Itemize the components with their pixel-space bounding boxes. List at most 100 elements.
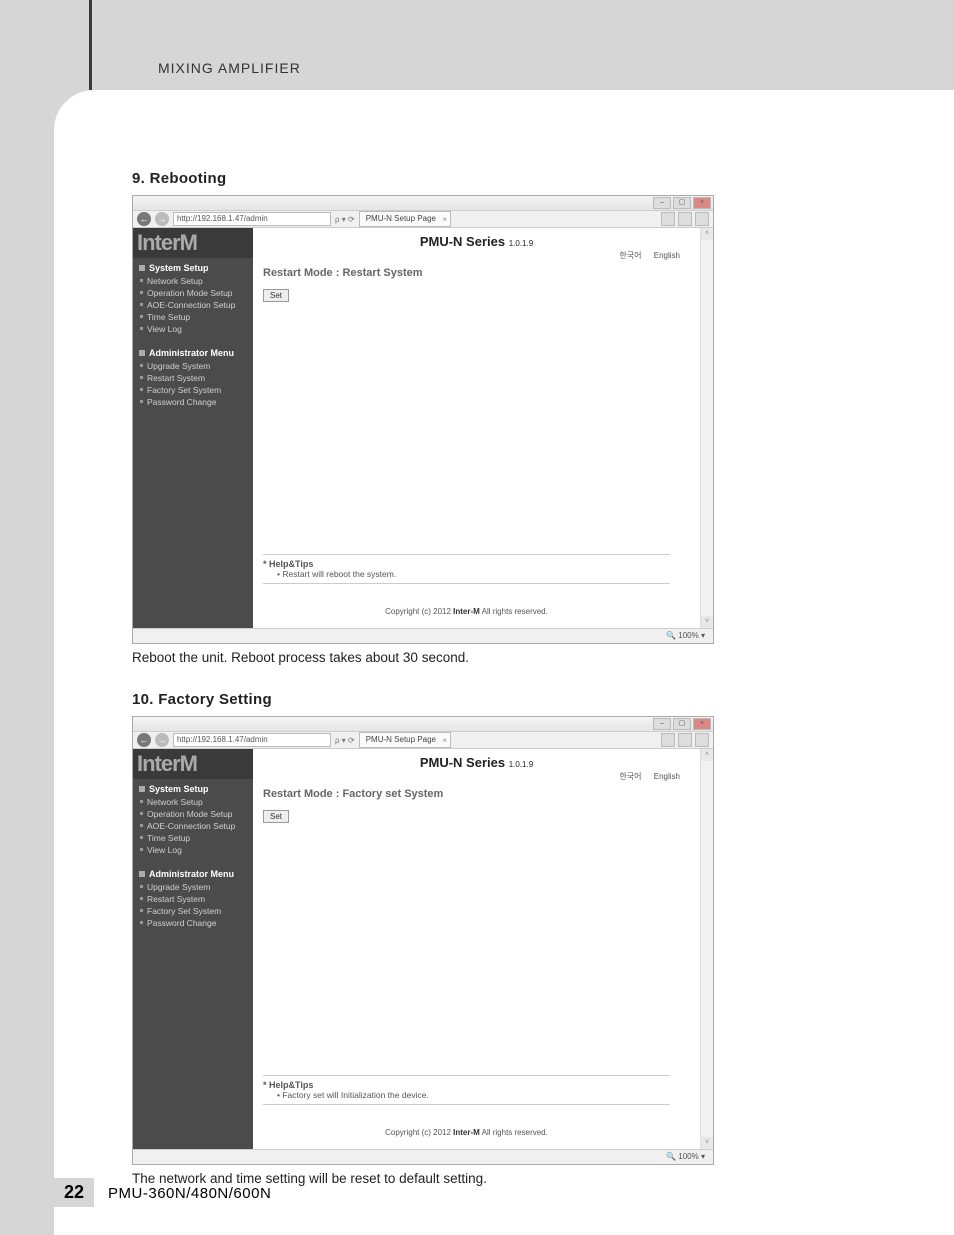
tools-icon[interactable] — [695, 212, 709, 226]
tab-title: PMU-N Setup Page — [366, 214, 436, 223]
sidebar-item-password[interactable]: Password Change — [133, 396, 253, 408]
sidebar-heading-admin[interactable]: Administrator Menu — [133, 864, 253, 881]
browser-window-factory: – ▢ × ← → http://192.168.1.47/admin ρ ▾ … — [132, 716, 714, 1165]
sidebar-item-password[interactable]: Password Change — [133, 917, 253, 929]
home-icon[interactable] — [661, 212, 675, 226]
browser-tab[interactable]: PMU-N Setup Page × — [359, 211, 451, 227]
copyright: Copyright (c) 2012 Inter-M All rights re… — [253, 607, 680, 616]
sidebar-item-operation[interactable]: Operation Mode Setup — [133, 808, 253, 820]
section-heading-factory: 10. Factory Setting — [132, 691, 914, 708]
sidebar-heading-system[interactable]: System Setup — [133, 258, 253, 275]
copyright-pre: Copyright (c) 2012 — [385, 1128, 453, 1137]
page-title: PMU-N Series 1.0.1.9 — [253, 749, 700, 771]
help-section: * Help&Tips Factory set will Initializat… — [263, 1071, 670, 1109]
scroll-down-icon[interactable]: ˅ — [701, 616, 713, 628]
sidebar-item-time[interactable]: Time Setup — [133, 311, 253, 323]
scroll-up-icon[interactable]: ˄ — [701, 749, 713, 761]
sidebar-item-network[interactable]: Network Setup — [133, 275, 253, 287]
lang-korean[interactable]: 한국어 — [619, 251, 641, 260]
zoom-level[interactable]: 100% — [678, 631, 698, 640]
copyright-brand: Inter-M — [453, 607, 480, 616]
browser-status-bar: 🔍 100% ▾ — [133, 1149, 713, 1164]
sidebar: InterM System Setup Network Setup Operat… — [133, 228, 253, 628]
help-item: Factory set will Initialization the devi… — [263, 1090, 670, 1100]
url-field[interactable]: http://192.168.1.47/admin — [173, 733, 331, 747]
help-item: Restart will reboot the system. — [263, 569, 670, 579]
page-number: 22 — [54, 1178, 94, 1207]
language-switch: 한국어 English — [253, 250, 700, 267]
window-maximize-button[interactable]: ▢ — [673, 718, 691, 730]
back-button[interactable]: ← — [137, 212, 151, 226]
vertical-scrollbar[interactable]: ˄ ˅ — [700, 749, 713, 1149]
restart-mode-heading: Restart Mode : Restart System — [253, 267, 700, 289]
document-page: MIXING AMPLIFIER 9. Rebooting – ▢ × ← → … — [54, 90, 954, 1235]
sidebar-item-upgrade[interactable]: Upgrade System — [133, 360, 253, 372]
sidebar-item-factory[interactable]: Factory Set System — [133, 905, 253, 917]
brand-logo: InterM — [133, 228, 253, 258]
zoom-icon[interactable]: 🔍 — [666, 631, 678, 640]
home-icon[interactable] — [661, 733, 675, 747]
favorites-icon[interactable] — [678, 212, 692, 226]
sidebar-item-restart[interactable]: Restart System — [133, 372, 253, 384]
search-dropdown-icon[interactable]: ρ ▾ ⟳ — [335, 736, 355, 745]
sidebar-item-restart[interactable]: Restart System — [133, 893, 253, 905]
back-button[interactable]: ← — [137, 733, 151, 747]
sidebar-item-operation[interactable]: Operation Mode Setup — [133, 287, 253, 299]
copyright-post: All rights reserved. — [480, 607, 548, 616]
help-title: * Help&Tips — [263, 559, 670, 569]
zoom-icon[interactable]: 🔍 — [666, 1152, 678, 1161]
sidebar-item-aoe[interactable]: AOE-Connection Setup — [133, 299, 253, 311]
url-field[interactable]: http://192.168.1.47/admin — [173, 212, 331, 226]
sidebar-heading-admin[interactable]: Administrator Menu — [133, 343, 253, 360]
sidebar-item-factory[interactable]: Factory Set System — [133, 384, 253, 396]
main-content: PMU-N Series 1.0.1.9 한국어 English Restart… — [253, 228, 700, 628]
browser-tool-icons — [661, 212, 709, 226]
tab-title: PMU-N Setup Page — [366, 735, 436, 744]
copyright-pre: Copyright (c) 2012 — [385, 607, 453, 616]
sidebar: InterM System Setup Network Setup Operat… — [133, 749, 253, 1149]
scroll-up-icon[interactable]: ˄ — [701, 228, 713, 240]
window-titlebar: – ▢ × — [133, 717, 713, 732]
copyright: Copyright (c) 2012 Inter-M All rights re… — [253, 1128, 680, 1137]
window-titlebar: – ▢ × — [133, 196, 713, 211]
browser-tab[interactable]: PMU-N Setup Page × — [359, 732, 451, 748]
window-minimize-button[interactable]: – — [653, 718, 671, 730]
tab-close-icon[interactable]: × — [442, 213, 447, 227]
zoom-dropdown-icon[interactable]: ▾ — [699, 631, 705, 640]
sidebar-item-viewlog[interactable]: View Log — [133, 844, 253, 856]
running-head: MIXING AMPLIFIER — [158, 60, 301, 76]
search-dropdown-icon[interactable]: ρ ▾ ⟳ — [335, 215, 355, 224]
sidebar-heading-system[interactable]: System Setup — [133, 779, 253, 796]
model-name: PMU-360N/480N/600N — [108, 1185, 271, 1202]
scroll-down-icon[interactable]: ˅ — [701, 1137, 713, 1149]
zoom-level[interactable]: 100% — [678, 1152, 698, 1161]
window-close-button[interactable]: × — [693, 197, 711, 209]
browser-address-bar: ← → http://192.168.1.47/admin ρ ▾ ⟳ PMU-… — [133, 211, 713, 228]
language-switch: 한국어 English — [253, 771, 700, 788]
vertical-scrollbar[interactable]: ˄ ˅ — [700, 228, 713, 628]
window-maximize-button[interactable]: ▢ — [673, 197, 691, 209]
zoom-dropdown-icon[interactable]: ▾ — [699, 1152, 705, 1161]
set-button[interactable]: Set — [263, 289, 289, 302]
lang-english[interactable]: English — [654, 251, 680, 260]
sidebar-item-aoe[interactable]: AOE-Connection Setup — [133, 820, 253, 832]
copyright-brand: Inter-M — [453, 1128, 480, 1137]
lang-english[interactable]: English — [654, 772, 680, 781]
lang-korean[interactable]: 한국어 — [619, 772, 641, 781]
window-close-button[interactable]: × — [693, 718, 711, 730]
top-margin-rule — [89, 0, 92, 90]
sidebar-item-time[interactable]: Time Setup — [133, 832, 253, 844]
sidebar-item-viewlog[interactable]: View Log — [133, 323, 253, 335]
help-section: * Help&Tips Restart will reboot the syst… — [263, 550, 670, 588]
sidebar-item-upgrade[interactable]: Upgrade System — [133, 881, 253, 893]
browser-status-bar: 🔍 100% ▾ — [133, 628, 713, 643]
set-button[interactable]: Set — [263, 810, 289, 823]
window-minimize-button[interactable]: – — [653, 197, 671, 209]
forward-button[interactable]: → — [155, 733, 169, 747]
tools-icon[interactable] — [695, 733, 709, 747]
sidebar-item-network[interactable]: Network Setup — [133, 796, 253, 808]
favorites-icon[interactable] — [678, 733, 692, 747]
forward-button[interactable]: → — [155, 212, 169, 226]
tab-close-icon[interactable]: × — [442, 734, 447, 748]
caption-rebooting: Reboot the unit. Reboot process takes ab… — [132, 650, 914, 665]
